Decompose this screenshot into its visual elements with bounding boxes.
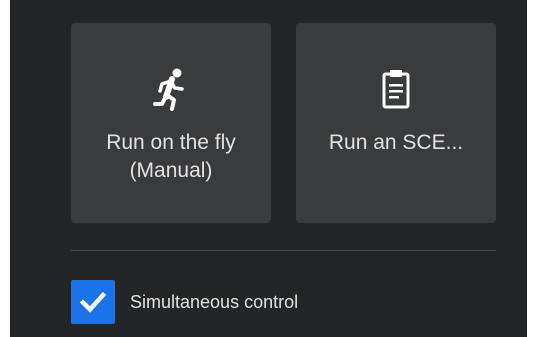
- run-manual-button[interactable]: Run on the fly (Manual): [71, 23, 271, 223]
- run-scene-label: Run an SCE...: [328, 131, 464, 154]
- run-manual-label: Run on the fly (Manual): [106, 131, 236, 182]
- divider: [71, 250, 496, 251]
- running-person-icon: [153, 68, 184, 111]
- simultaneous-control-option[interactable]: Simultaneous control: [71, 280, 298, 324]
- simultaneous-control-checkbox[interactable]: [71, 280, 115, 324]
- run-panel: Run on the fly (Manual) Run an SCE... Si…: [10, 0, 527, 337]
- clipboard-icon: [382, 70, 410, 109]
- run-scene-button[interactable]: Run an SCE...: [296, 23, 496, 223]
- simultaneous-control-label: Simultaneous control: [130, 292, 299, 312]
- checkmark-icon: [79, 291, 107, 313]
